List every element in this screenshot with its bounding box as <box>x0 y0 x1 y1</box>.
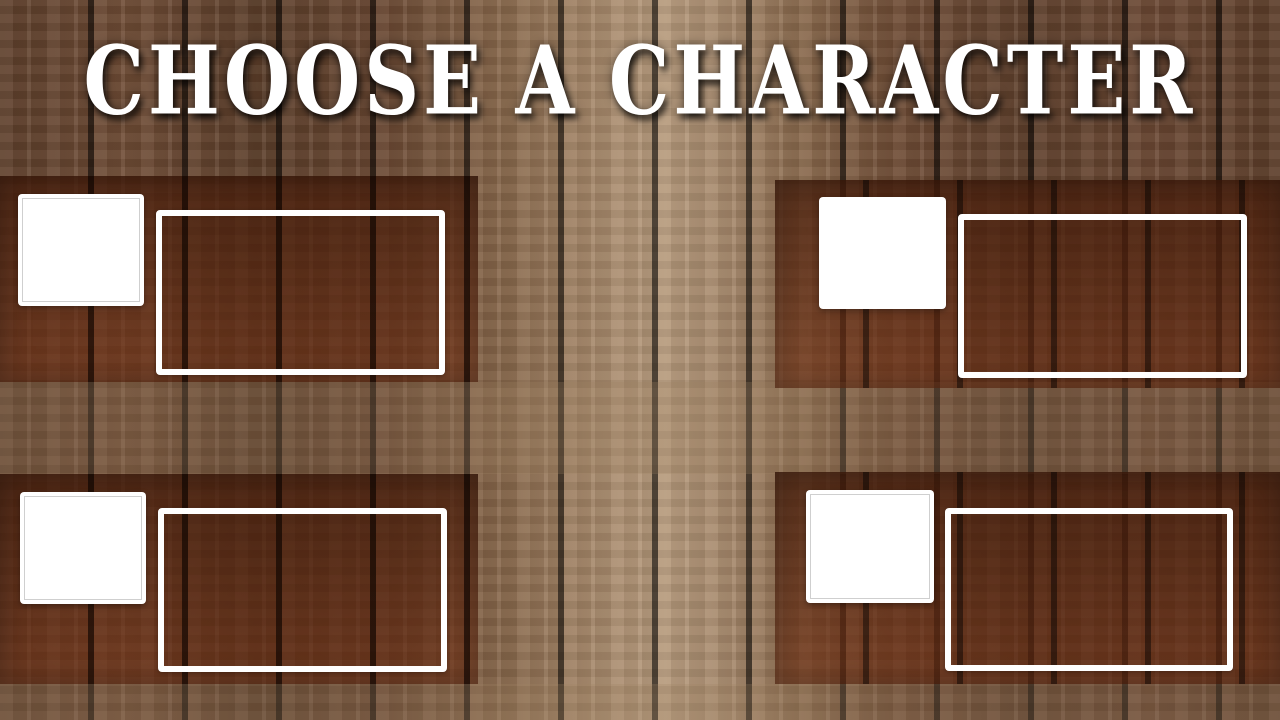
character-portrait-slot-2[interactable] <box>819 197 946 309</box>
screen-title: CHOOSE A CHARACTER <box>83 24 1197 137</box>
character-info-box-slot-4[interactable] <box>945 508 1233 671</box>
character-portrait-slot-3[interactable] <box>20 492 146 604</box>
character-info-box-slot-3[interactable] <box>158 508 447 672</box>
character-info-box-slot-1[interactable] <box>156 210 445 375</box>
character-info-box-slot-2[interactable] <box>958 214 1247 378</box>
character-portrait-slot-1[interactable] <box>18 194 144 306</box>
character-portrait-slot-4[interactable] <box>806 490 934 603</box>
background-band <box>0 684 1280 720</box>
background-band <box>0 382 1280 474</box>
